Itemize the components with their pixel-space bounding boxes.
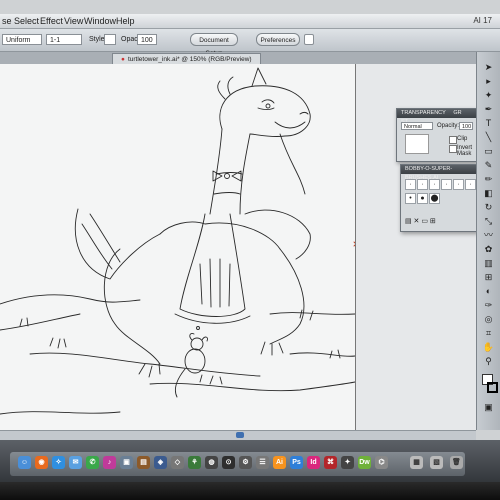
screen-mode-icon[interactable]: ▣ xyxy=(482,402,495,412)
rectangle-tool-icon[interactable]: ▭ xyxy=(482,146,495,156)
illustrator-icon[interactable]: Ai xyxy=(273,456,286,469)
app-icon[interactable]: ⚙ xyxy=(239,456,252,469)
pen-tool-icon[interactable]: ✒ xyxy=(482,104,495,114)
preferences-button[interactable]: Preferences xyxy=(256,33,300,46)
brushes-panel-header: BOBBY-O-SUPER-BRUSHES.AI xyxy=(401,165,477,181)
blend-mode-select[interactable]: Normal xyxy=(401,122,433,130)
eraser-tool-icon[interactable]: ◧ xyxy=(482,188,495,198)
menu-item-view[interactable]: View xyxy=(64,14,83,28)
firefox-icon[interactable]: ◉ xyxy=(35,456,48,469)
warp-tool-icon[interactable]: 〰 xyxy=(482,230,495,240)
indesign-icon[interactable]: Id xyxy=(307,456,320,469)
brush-swatch[interactable]: · xyxy=(429,179,440,190)
app-icon[interactable]: ◇ xyxy=(171,456,184,469)
brush-definition-select[interactable]: 1-1 xyxy=(46,34,82,45)
rotate-tool-icon[interactable]: ↻ xyxy=(482,202,495,212)
finder-icon[interactable]: ☺ xyxy=(18,456,31,469)
invert-mask-label: Invert Mask xyxy=(457,145,473,157)
scale-tool-icon[interactable]: ⤡ xyxy=(482,216,495,226)
document-title: turtletower_ink.ai* @ 150% (RGB/Preview) xyxy=(127,56,252,63)
scroll-thumb[interactable] xyxy=(236,432,244,438)
brush-swatch[interactable]: ● xyxy=(417,193,428,204)
acrobat-icon[interactable]: ⌘ xyxy=(324,456,337,469)
zoom-tool-icon[interactable]: ⚲ xyxy=(482,356,495,366)
transparency-panel: TRANSPARENCY GR ST Normal Opacity: 100 C… xyxy=(396,108,478,162)
brush-tool-icon[interactable]: ✎ xyxy=(482,160,495,170)
magic-wand-tool-icon[interactable]: ✦ xyxy=(482,90,495,100)
trash-icon[interactable]: 🗑 xyxy=(450,456,463,469)
stroke-profile-select[interactable]: Uniform xyxy=(2,34,42,45)
brush-library-icon[interactable]: ▤ ✕ ▭ ⊞ xyxy=(405,217,436,225)
app-icon[interactable]: ✦ xyxy=(341,456,354,469)
clip-checkbox[interactable] xyxy=(449,136,457,144)
direct-select-tool-icon[interactable]: ▸ xyxy=(482,76,495,86)
ichat-icon[interactable]: ✆ xyxy=(86,456,99,469)
hand-tool-icon[interactable]: ✋ xyxy=(482,342,495,352)
app-icon[interactable]: ⌬ xyxy=(375,456,388,469)
brushes-panel: BOBBY-O-SUPER-BRUSHES.AI · · · · · · • ●… xyxy=(400,164,478,232)
stroke-color-icon[interactable] xyxy=(487,382,498,393)
invert-mask-checkbox[interactable] xyxy=(449,145,457,153)
eyedropper-tool-icon[interactable]: ✑ xyxy=(482,300,495,310)
dock: ☺ ◉ ✧ ✉ ✆ ♪ ▣ ▤ ◈ ◇ ⚘ ◍ ⊙ ⚙ ☰ Ai Ps Id ⌘… xyxy=(0,440,500,482)
style-label: Style xyxy=(89,36,105,43)
opacity-label: Opacity: xyxy=(437,123,460,129)
blend-tool-icon[interactable]: ◎ xyxy=(482,314,495,324)
transparency-panel-header: TRANSPARENCY GR ST xyxy=(397,109,477,125)
artboard-edge xyxy=(355,64,356,430)
clip-label: Clip xyxy=(457,136,468,142)
brush-swatch[interactable]: · xyxy=(465,179,476,190)
opacity-field[interactable]: 100 xyxy=(137,34,157,45)
menu-item-file-partial[interactable]: se xyxy=(2,14,12,28)
brush-swatch[interactable]: · xyxy=(417,179,428,190)
menu-item-select[interactable]: Select xyxy=(14,14,39,28)
document-setup-button[interactable]: Document Setup xyxy=(190,33,238,57)
slice-tool-icon[interactable]: ⌗ xyxy=(482,328,495,338)
horizontal-scrollbar[interactable] xyxy=(0,430,476,440)
app-icon[interactable]: ⊙ xyxy=(222,456,235,469)
panel-opacity-field[interactable]: 100 xyxy=(459,122,473,130)
app-icon[interactable]: ◈ xyxy=(154,456,167,469)
menu-item-effect[interactable]: Effect xyxy=(40,14,63,28)
menubar-status: AI 17 xyxy=(473,16,492,25)
pencil-tool-icon[interactable]: ✏ xyxy=(482,174,495,184)
brush-swatch[interactable]: • xyxy=(405,193,416,204)
photoshop-icon[interactable]: Ps xyxy=(290,456,303,469)
gradient-tool-icon[interactable]: ◐ xyxy=(482,286,495,296)
documents-stack-icon[interactable]: ▦ xyxy=(410,456,423,469)
mail-icon[interactable]: ✉ xyxy=(69,456,82,469)
app-icon[interactable]: ◍ xyxy=(205,456,218,469)
tab-transparency[interactable]: TRANSPARENCY xyxy=(401,109,446,118)
symbol-tool-icon[interactable]: ✿ xyxy=(482,244,495,254)
itunes-icon[interactable]: ♪ xyxy=(103,456,116,469)
graph-tool-icon[interactable]: ▥ xyxy=(482,258,495,268)
menu-item-window[interactable]: Window xyxy=(84,14,116,28)
control-bar: Uniform 1-1 Style Opacity 100 Document S… xyxy=(0,29,500,57)
app-icon[interactable]: ▤ xyxy=(137,456,150,469)
screen: se Select Effect View Window Help AI 17 … xyxy=(0,0,500,482)
selection-tool-icon[interactable]: ➤ xyxy=(482,62,495,72)
downloads-stack-icon[interactable]: ▧ xyxy=(430,456,443,469)
iphoto-icon[interactable]: ▣ xyxy=(120,456,133,469)
safari-icon[interactable]: ✧ xyxy=(52,456,65,469)
layer-thumbnail[interactable] xyxy=(405,134,429,154)
menu-item-help[interactable]: Help xyxy=(116,14,135,28)
arrange-icon[interactable] xyxy=(304,34,314,45)
app-icon[interactable]: ⚘ xyxy=(188,456,201,469)
line-tool-icon[interactable]: ╲ xyxy=(482,132,495,142)
brush-swatch[interactable]: · xyxy=(441,179,452,190)
close-icon[interactable]: ● xyxy=(121,56,125,63)
dreamweaver-icon[interactable]: Dw xyxy=(358,456,371,469)
monitor-bezel xyxy=(0,482,500,500)
brush-swatch[interactable]: ⬤ xyxy=(429,193,440,204)
tab-gradient[interactable]: GR xyxy=(453,109,461,118)
menu-bar: se Select Effect View Window Help AI 17 xyxy=(0,14,500,29)
brush-swatch[interactable]: · xyxy=(453,179,464,190)
tools-panel: ➤ ▸ ✦ ✒ T ╲ ▭ ✎ ✏ ◧ ↻ ⤡ 〰 ✿ ▥ ⊞ ◐ ✑ ◎ ⌗ … xyxy=(476,52,500,430)
brush-swatch[interactable]: · xyxy=(405,179,416,190)
style-swatch[interactable] xyxy=(104,34,116,45)
mesh-tool-icon[interactable]: ⊞ xyxy=(482,272,495,282)
app-icon[interactable]: ☰ xyxy=(256,456,269,469)
type-tool-icon[interactable]: T xyxy=(482,118,495,128)
